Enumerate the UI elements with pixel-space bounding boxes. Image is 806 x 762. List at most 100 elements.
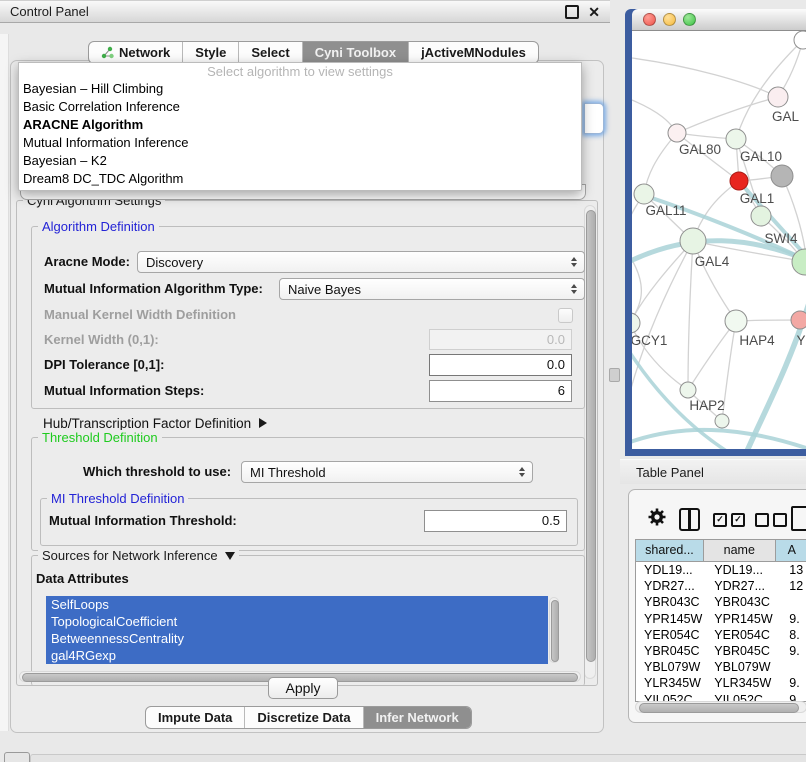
table-scrollbar-horizontal[interactable] — [635, 701, 806, 713]
network-node[interactable] — [632, 313, 640, 333]
network-node[interactable] — [715, 414, 729, 428]
table-row[interactable]: YDR27...YDR27...12 — [636, 578, 806, 594]
tab-jactivemnodules[interactable]: jActiveMNodules — [408, 42, 538, 63]
splitter-handle[interactable] — [609, 368, 620, 382]
data-attribute-item[interactable]: TopologicalCoefficient — [46, 613, 548, 630]
kernel-width-field[interactable]: 0.0 — [429, 329, 572, 350]
gear-icon[interactable] — [647, 507, 667, 527]
algorithm-option[interactable]: ARACNE Algorithm — [19, 116, 581, 134]
network-node[interactable] — [791, 311, 806, 329]
mi-algorithm-type-select[interactable]: Naive Bayes — [279, 278, 585, 300]
network-node[interactable] — [725, 310, 747, 332]
tab-select[interactable]: Select — [238, 42, 301, 63]
tab-style[interactable]: Style — [182, 42, 238, 63]
network-node[interactable] — [668, 124, 686, 142]
node-label: Y — [796, 333, 805, 348]
table-row[interactable]: YPR145WYPR145W9. — [636, 611, 806, 627]
table-row[interactable]: YDL19...YDL19...13 — [636, 562, 806, 578]
network-node[interactable] — [751, 206, 771, 226]
table-cell: YBL079W — [636, 659, 710, 675]
mi-threshold-field[interactable]: 0.5 — [424, 510, 567, 532]
table-cell: YBR045C — [710, 643, 784, 659]
sources-title-row[interactable]: Sources for Network Inference — [38, 548, 239, 563]
algorithm-combobox-fragment[interactable] — [584, 103, 604, 134]
corner-widget[interactable] — [4, 752, 30, 762]
mi-steps-field[interactable]: 6 — [429, 380, 572, 402]
table-row[interactable]: YER054CYER054C8. — [636, 627, 806, 643]
select-all-checks-icon[interactable]: ✓✓ — [713, 513, 745, 527]
manual-kernel-width-checkbox[interactable] — [558, 308, 573, 323]
table-row[interactable]: YIL052CYIL052C9 — [636, 692, 806, 702]
network-node[interactable] — [680, 228, 706, 254]
tab-network[interactable]: Network — [89, 42, 182, 63]
data-attribute-item[interactable]: gal4RGexp — [46, 647, 548, 664]
node-label: GAL80 — [679, 142, 721, 157]
node-label: GAL10 — [740, 149, 782, 164]
network-node[interactable] — [771, 165, 793, 187]
network-node[interactable] — [726, 129, 746, 149]
node-label: HAP4 — [739, 333, 775, 348]
table-row[interactable]: YBR045CYBR045C9. — [636, 643, 806, 659]
data-attribute-item[interactable]: BetweennessCentrality — [46, 630, 548, 647]
minimize-traffic-light-icon[interactable] — [663, 13, 676, 26]
tab-infer-network[interactable]: Infer Network — [363, 707, 471, 728]
tab-cyni-toolbox[interactable]: Cyni Toolbox — [302, 42, 408, 63]
column-header-shared-name[interactable]: shared... — [636, 540, 704, 561]
close-traffic-light-icon[interactable] — [643, 13, 656, 26]
column-header-clipped[interactable]: A — [776, 540, 806, 561]
tab-discretize-data[interactable]: Discretize Data — [244, 707, 362, 728]
node-label: GAL1 — [740, 191, 775, 206]
aracne-mode-select[interactable]: Discovery — [137, 251, 585, 273]
network-canvas[interactable]: GALGAL80GAL10GAL1GAL11SWI4GAL4GCY1HAP4YH… — [632, 31, 806, 449]
cyni-algorithm-settings-group: Cyni Algorithm Settings Algorithm Defini… — [16, 200, 598, 686]
attributes-scrollbar[interactable] — [549, 597, 559, 663]
algorithm-option[interactable]: Basic Correlation Inference — [19, 98, 581, 116]
table-row[interactable]: YBL079WYBL079W — [636, 659, 806, 675]
attributes-scrollbar-thumb[interactable] — [551, 600, 559, 662]
table-panel-container: ✓✓ shared... name A YDL19...YDL19...13YD… — [628, 489, 806, 723]
algorithm-option[interactable]: Mutual Information Inference — [19, 134, 581, 152]
algorithm-option[interactable]: Bayesian – K2 — [19, 152, 581, 170]
network-graph: GALGAL80GAL10GAL1GAL11SWI4GAL4GCY1HAP4YH… — [632, 31, 806, 449]
collapse-down-icon[interactable] — [225, 552, 235, 560]
stepper-arrows-icon — [571, 284, 577, 294]
table-row[interactable]: YBR043CYBR043C — [636, 594, 806, 610]
apply-button[interactable]: Apply — [268, 677, 338, 699]
data-attribute-item[interactable]: SelfLoops — [46, 596, 548, 613]
deselect-all-checks-icon[interactable] — [755, 513, 787, 527]
zoom-traffic-light-icon[interactable] — [683, 13, 696, 26]
algorithm-option[interactable]: Bayesian – Hill Climbing — [19, 80, 581, 98]
which-threshold-label: Which threshold to use: — [83, 461, 231, 483]
mi-threshold-definition-group: MI Threshold Definition Mutual Informati… — [40, 498, 578, 546]
table-cell: YDL19... — [636, 562, 710, 578]
data-attributes-list[interactable]: SelfLoopsTopologicalCoefficientBetweenne… — [46, 596, 548, 664]
node-label: GAL4 — [695, 254, 730, 269]
which-threshold-select[interactable]: MI Threshold — [241, 461, 533, 483]
table-body: YDL19...YDL19...13YDR27...YDR27...12YBR0… — [636, 562, 806, 701]
network-node[interactable] — [680, 382, 696, 398]
node-label: GCY1 — [632, 333, 667, 348]
network-node[interactable] — [634, 184, 654, 204]
tab-impute-data[interactable]: Impute Data — [146, 707, 244, 728]
algorithm-option[interactable]: Dream8 DC_TDC Algorithm — [19, 170, 581, 188]
dpi-tolerance-field[interactable]: 0.0 — [429, 354, 572, 376]
table-cell: 9. — [784, 611, 806, 627]
close-icon[interactable]: ✕ — [588, 7, 600, 17]
table-cell: YPR145W — [710, 611, 784, 627]
settings-scrollbar-vertical[interactable] — [584, 205, 596, 679]
control-panel-tabs: Network Style Select Cyni Toolbox jActiv… — [88, 41, 539, 64]
node-label: SWI4 — [764, 231, 797, 246]
table-cell: YDR27... — [636, 578, 710, 594]
document-icon[interactable] — [791, 506, 806, 531]
threshold-definition-group: Threshold Definition Which threshold to … — [31, 437, 585, 551]
settings-scrollbar-thumb[interactable] — [586, 210, 596, 662]
table-hscrollbar-thumb[interactable] — [639, 703, 799, 713]
columns-icon[interactable] — [679, 508, 700, 531]
column-header-name[interactable]: name — [704, 540, 776, 561]
network-node[interactable] — [768, 87, 788, 107]
float-icon[interactable] — [565, 5, 579, 19]
table-row[interactable]: YLR345WYLR345W9. — [636, 675, 806, 691]
manual-kernel-width-label: Manual Kernel Width Definition — [44, 304, 236, 326]
expand-right-icon[interactable] — [259, 418, 267, 428]
network-node[interactable] — [730, 172, 748, 190]
